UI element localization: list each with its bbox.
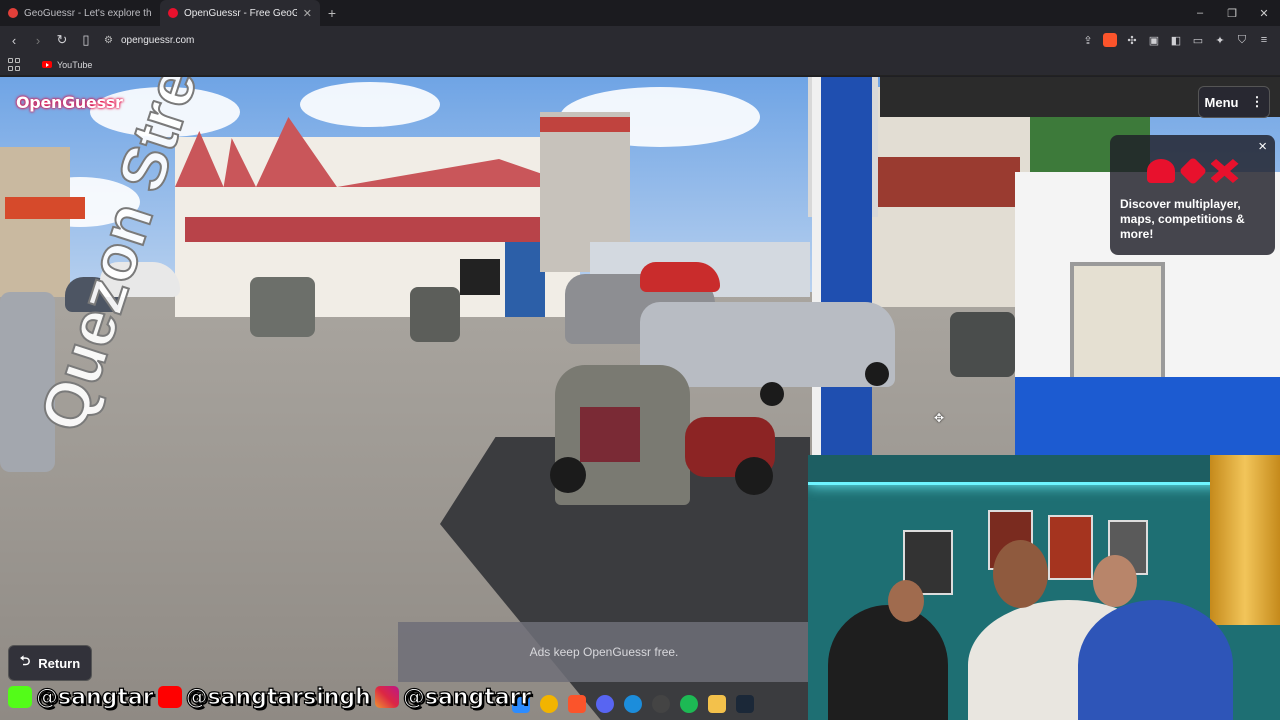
window: [460, 259, 500, 295]
multiplayer-promo-card[interactable]: × Discover multiplayer, maps, competitio…: [1110, 135, 1275, 255]
building: [0, 147, 70, 297]
sidebar-icon[interactable]: ◧: [1168, 32, 1184, 48]
return-button[interactable]: ⮌ Return: [8, 645, 92, 681]
awning: [185, 217, 575, 242]
window-controls: – ❐ ✕: [1184, 0, 1280, 26]
openguessr-logo[interactable]: OpenGuessr: [16, 93, 123, 112]
restore-icon[interactable]: ❐: [1216, 0, 1248, 26]
person-left: [828, 605, 948, 720]
wheel: [735, 457, 773, 495]
youtube-handle: @sangtarsingh: [185, 684, 371, 710]
face: [888, 580, 924, 622]
kick-icon: [8, 686, 32, 708]
tab-tools-icon[interactable]: ▣: [1146, 32, 1162, 48]
ad-banner: Ads keep OpenGuessr free.: [398, 622, 810, 682]
red-car: [640, 262, 720, 292]
share-icon[interactable]: ⇪: [1080, 32, 1096, 48]
back-icon[interactable]: ‹: [4, 30, 24, 50]
curtain: [1210, 455, 1280, 625]
toolbar-icons: ⇪ ✣ ▣ ◧ ▭ ✦ ⛉ ≡: [1080, 32, 1272, 48]
openguessr-favicon-icon: [168, 8, 178, 18]
tricycle: [950, 312, 1015, 377]
return-label: Return: [38, 655, 81, 671]
bookmark-label: YouTube: [57, 59, 93, 70]
bookmark-youtube[interactable]: YouTube: [42, 60, 92, 70]
return-arrow-icon: ⮌: [19, 653, 31, 668]
competition-icon: [1210, 159, 1239, 183]
obs-icon[interactable]: [652, 695, 670, 713]
close-window-icon[interactable]: ✕: [1248, 0, 1280, 26]
wheel: [865, 362, 889, 386]
ads-text: Ads keep OpenGuessr free.: [529, 645, 679, 659]
kick-handle: @sangtar: [35, 684, 154, 710]
building-roof: [540, 117, 630, 132]
instagram-icon: [374, 686, 399, 708]
extensions-icon[interactable]: ✣: [1124, 32, 1140, 48]
sidecar-seat: [580, 407, 640, 462]
promo-icons: [1120, 156, 1265, 186]
face: [1093, 555, 1137, 607]
geoguessr-favicon-icon: [8, 8, 18, 18]
boarded-window: [1070, 262, 1165, 387]
blue-wall-base: [1015, 377, 1280, 457]
spotify-icon[interactable]: [680, 695, 698, 713]
instagram-handle: @sangtarr: [402, 684, 532, 710]
menu-label: Menu: [1204, 94, 1239, 110]
map-cube-icon: [1178, 156, 1207, 186]
brave-icon[interactable]: [568, 695, 586, 713]
tricycle: [410, 287, 460, 342]
brave-shields-icon[interactable]: [1102, 32, 1118, 48]
edge-icon[interactable]: [624, 695, 642, 713]
tab-title: GeoGuessr - Let's explore the world!: [24, 7, 152, 19]
site-info-icon[interactable]: ⚙: [104, 35, 113, 46]
close-icon[interactable]: ×: [1258, 138, 1267, 155]
shop-sign: [5, 197, 85, 219]
new-tab-button[interactable]: +: [320, 0, 344, 26]
wheel: [760, 382, 784, 406]
move-cursor-icon: ✥: [934, 411, 945, 425]
close-tab-icon[interactable]: ✕: [303, 7, 312, 20]
poster: [1048, 515, 1093, 580]
social-handles: @sangtar @sangtarsingh @sangtarr: [8, 682, 532, 712]
vpn-icon[interactable]: ⛉: [1234, 32, 1250, 48]
file-explorer-icon[interactable]: [708, 695, 726, 713]
discord-icon[interactable]: [596, 695, 614, 713]
browser-titlebar: GeoGuessr - Let's explore the world! Ope…: [0, 0, 1280, 26]
wallet-icon[interactable]: ▭: [1190, 32, 1206, 48]
browser-menu-icon[interactable]: ≡: [1256, 32, 1272, 48]
browser-navbar: ‹ › ↻ ▯ ⚙ openguessr.com ⇪ ✣ ▣ ◧ ▭ ✦ ⛉ ≡: [0, 26, 1280, 54]
tab-openguessr[interactable]: OpenGuessr - Free GeoGuessr ✕: [160, 0, 320, 26]
chrome-icon[interactable]: [540, 695, 558, 713]
promo-text: Discover multiplayer, maps, competitions…: [1120, 197, 1245, 241]
leo-icon[interactable]: ✦: [1212, 32, 1228, 48]
youtube-icon: [42, 61, 52, 68]
blue-pillar: [812, 77, 872, 457]
url-text: openguessr.com: [120, 34, 195, 46]
face: [993, 540, 1048, 608]
youtube-icon: [157, 686, 182, 708]
player-icon: [1146, 159, 1175, 183]
more-vertical-icon: ⋮: [1250, 94, 1264, 109]
forward-icon[interactable]: ›: [28, 30, 48, 50]
bookmarks-bar: YouTube: [0, 54, 1280, 76]
apps-icon[interactable]: [8, 57, 22, 72]
minimize-icon[interactable]: –: [1184, 0, 1216, 26]
taskbar: [512, 692, 754, 716]
steam-icon[interactable]: [736, 695, 754, 713]
reload-icon[interactable]: ↻: [52, 30, 72, 50]
bookmark-icon[interactable]: ▯: [76, 30, 96, 50]
webcam-overlay: [808, 455, 1280, 720]
tab-title: OpenGuessr - Free GeoGuessr: [184, 7, 297, 19]
wheel: [550, 457, 586, 493]
person-right: [1078, 600, 1233, 720]
roof: [870, 157, 1020, 207]
blue-door: [505, 242, 545, 317]
menu-button[interactable]: Menu ⋮: [1198, 86, 1270, 118]
tab-geoguessr[interactable]: GeoGuessr - Let's explore the world!: [0, 0, 160, 26]
tricycle: [250, 277, 315, 337]
address-bar[interactable]: ⚙ openguessr.com: [104, 30, 1080, 50]
cloud: [300, 82, 440, 127]
